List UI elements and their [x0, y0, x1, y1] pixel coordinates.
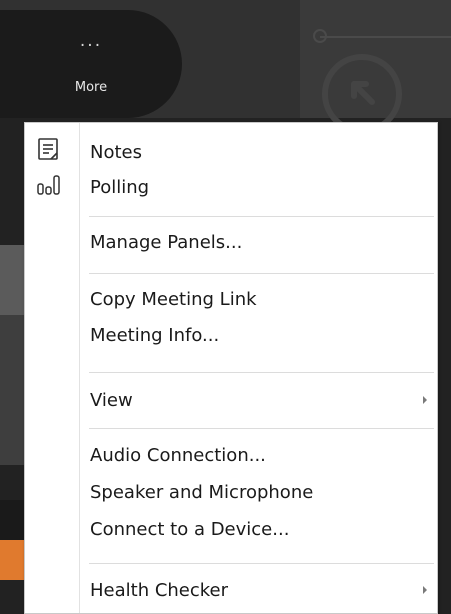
menu-item-meeting-info[interactable]: Meeting Info...: [80, 316, 437, 354]
menu-separator: [89, 563, 434, 564]
menu-separator: [89, 216, 434, 217]
menu-item-label: Meeting Info...: [90, 324, 220, 346]
submenu-arrow-icon: [423, 396, 427, 404]
more-icon: ···: [79, 36, 103, 56]
meeting-toolbar: ··· More: [0, 0, 451, 134]
menu-item-label: Copy Meeting Link: [90, 288, 257, 310]
menu-item-copy-meeting-link[interactable]: Copy Meeting Link: [80, 280, 437, 318]
menu-item-polling[interactable]: Polling: [80, 168, 437, 206]
menu-item-connect-to-device[interactable]: Connect to a Device...: [80, 510, 437, 548]
menu-item-health-checker[interactable]: Health Checker: [80, 571, 437, 609]
menu-item-view[interactable]: View: [80, 381, 437, 419]
menu-item-label: Audio Connection...: [90, 444, 266, 466]
menu-item-label: Connect to a Device...: [90, 518, 290, 540]
menu-separator: [89, 273, 434, 274]
toolbar-decoration-line: [320, 36, 451, 38]
more-label: More: [74, 80, 108, 95]
polling-icon: [35, 169, 63, 197]
toolbar-decoration-dot: [313, 29, 327, 43]
menu-separator: [89, 428, 434, 429]
menu-item-label: View: [90, 389, 133, 411]
menu-item-label: Health Checker: [90, 579, 229, 601]
menu-item-notes[interactable]: Notes: [80, 133, 437, 171]
menu-item-speaker-and-microphone[interactable]: Speaker and Microphone: [80, 473, 437, 511]
menu-separator: [89, 372, 434, 373]
menu-item-label: Speaker and Microphone: [90, 481, 314, 503]
submenu-arrow-icon: [423, 586, 427, 594]
menu-item-label: Manage Panels...: [90, 231, 243, 253]
menu-item-label: Polling: [90, 176, 150, 198]
notes-icon: [35, 136, 63, 164]
menu-item-label: Notes: [90, 141, 142, 163]
menu-item-audio-connection[interactable]: Audio Connection...: [80, 436, 437, 474]
menu-item-manage-panels[interactable]: Manage Panels...: [80, 223, 437, 261]
more-button[interactable]: ··· More: [0, 10, 182, 118]
more-menu: Notes Polling Manage Panels... Copy Meet…: [24, 122, 438, 614]
